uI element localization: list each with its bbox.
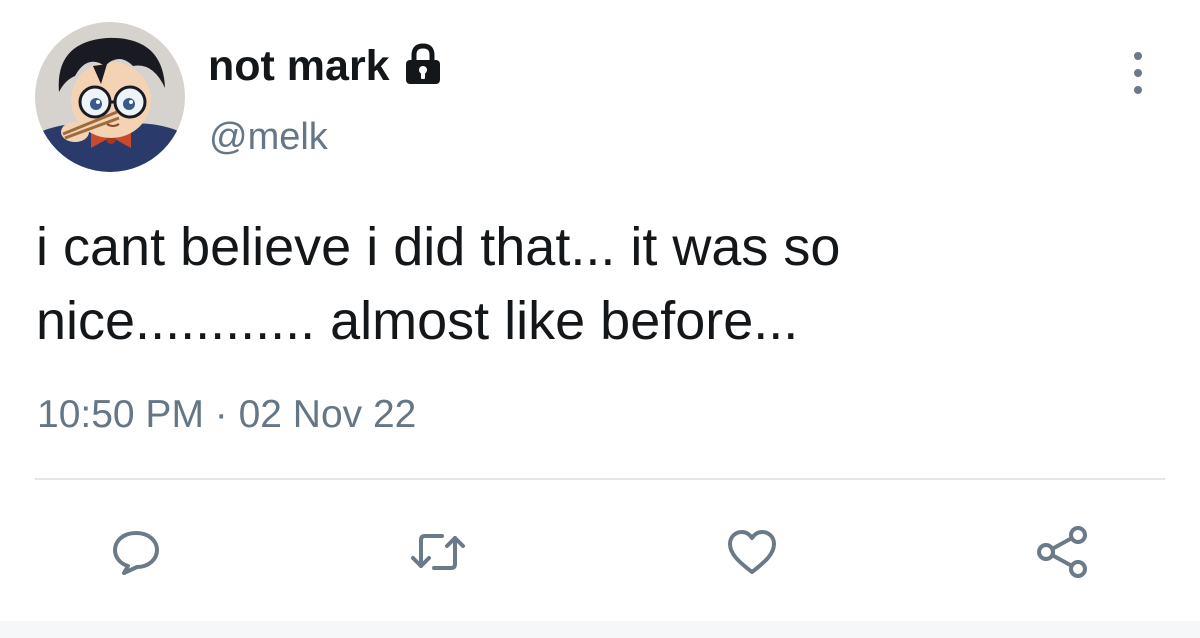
lock-icon (400, 41, 446, 87)
author-name-row: not mark (208, 38, 446, 94)
share-icon (1037, 526, 1087, 578)
retweet-button[interactable] (408, 522, 468, 582)
more-dot (1134, 52, 1142, 60)
anime-character-avatar (35, 22, 185, 172)
like-button[interactable] (722, 522, 782, 582)
heart-icon (728, 530, 776, 574)
more-dot (1134, 69, 1142, 77)
share-button[interactable] (1032, 522, 1092, 582)
retweet-icon (411, 534, 465, 570)
more-dot (1134, 86, 1142, 94)
divider (35, 478, 1165, 480)
author-display-name[interactable]: not mark (208, 42, 390, 91)
comment-bubble-icon (113, 531, 159, 575)
reply-button[interactable] (106, 522, 166, 582)
tweet-text: i cant believe i did that... it was so n… (36, 210, 1156, 358)
tweet-text-line: nice............ almost like before... (36, 291, 799, 351)
more-vertical-icon[interactable] (1122, 48, 1154, 98)
tweet-timestamp[interactable]: 10:50 PM · 02 Nov 22 (37, 393, 416, 437)
tweet-text-line: i cant believe i did that... it was so (36, 217, 841, 277)
avatar[interactable] (35, 22, 185, 172)
bottom-strip (0, 621, 1200, 638)
author-handle[interactable]: @melk (209, 116, 328, 159)
